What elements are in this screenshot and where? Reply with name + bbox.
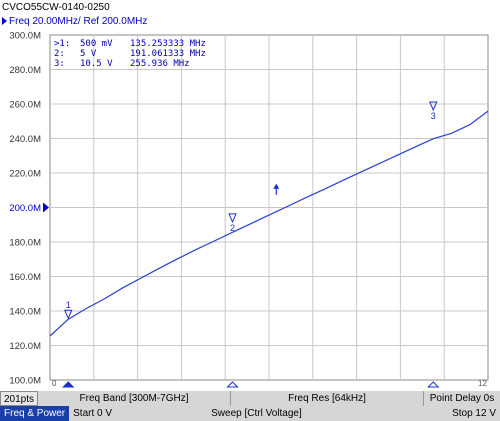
y-axis-ticks: 300.0M 280.0M 260.0M 240.0M 220.0M 200.0M 180.… (9, 31, 41, 387)
y-tick-label: 200.0M (9, 203, 41, 214)
marker-table-id: 3: (54, 59, 65, 69)
marker-position-3-icon (427, 381, 440, 388)
y-tick-label: 180.0M (9, 238, 41, 249)
marker-label: 2 (230, 223, 235, 233)
point-delay[interactable]: Point Delay 0s (424, 391, 500, 406)
window-title: CVCO55CW-0140-0250 (0, 0, 500, 15)
x-tick-end: 12 (478, 379, 487, 388)
marker-label: 3 (431, 111, 436, 121)
y-tick-label: 240.0M (9, 134, 41, 145)
marker-table-stimulus: 5 V (80, 49, 97, 59)
y-tick-label: 160.0M (9, 272, 41, 283)
marker-position-1-icon (62, 381, 75, 388)
marker-table-value: 135.253333 MHz (130, 39, 206, 49)
sweep-value[interactable]: Sweep [Ctrl Voltage] (207, 406, 434, 421)
y-tick-label: 140.0M (9, 307, 41, 318)
y-tick-label: 100.0M (9, 376, 41, 387)
channel-header[interactable]: Freq 20.00MHz/ Ref 200.0MHz (0, 15, 500, 28)
marker-table-stimulus: 10.5 V (80, 59, 113, 69)
y-tick-label: 300.0M (9, 31, 41, 42)
start-value[interactable]: Start 0 V (69, 406, 207, 421)
marker-label: 1 (66, 300, 71, 310)
y-tick-label: 220.0M (9, 169, 41, 180)
bottom-bar: Freq & Power Start 0 V Sweep [Ctrl Volta… (0, 406, 500, 421)
marker-table-value: 255.936 MHz (130, 59, 190, 69)
trace-chart[interactable]: 300.0M 280.0M 260.0M 240.0M 220.0M 200.0M 180.… (0, 28, 500, 391)
y-tick-label: 260.0M (9, 100, 41, 111)
tab-freq-power[interactable]: Freq & Power (0, 406, 70, 421)
reference-arrow-icon (43, 202, 49, 213)
channel-arrow-icon (2, 17, 7, 25)
marker-position-indicators (62, 381, 440, 388)
marker-table-id: >1: (54, 39, 70, 49)
x-tick-start: 0 (52, 379, 57, 388)
marker-position-2-icon (226, 381, 239, 388)
marker-table-id: 2: (54, 49, 65, 59)
marker-table-value: 191.061333 MHz (130, 49, 206, 59)
stop-value[interactable]: Stop 12 V (434, 406, 500, 421)
status-bar: 201pts Freq Band [300M-7GHz] Freq Res [6… (0, 391, 500, 406)
reference-level-icon (43, 202, 49, 213)
freq-res[interactable]: Freq Res [64kHz] (231, 391, 424, 406)
y-tick-label: 120.0M (9, 341, 41, 352)
freq-band[interactable]: Freq Band [300M-7GHz] (38, 391, 231, 406)
channel-scale-label: Freq 20.00MHz/ Ref 200.0MHz (9, 16, 148, 27)
y-tick-label: 280.0M (9, 65, 41, 76)
points-button[interactable]: 201pts (0, 391, 38, 406)
marker-table-stimulus: 500 mV (80, 39, 113, 49)
